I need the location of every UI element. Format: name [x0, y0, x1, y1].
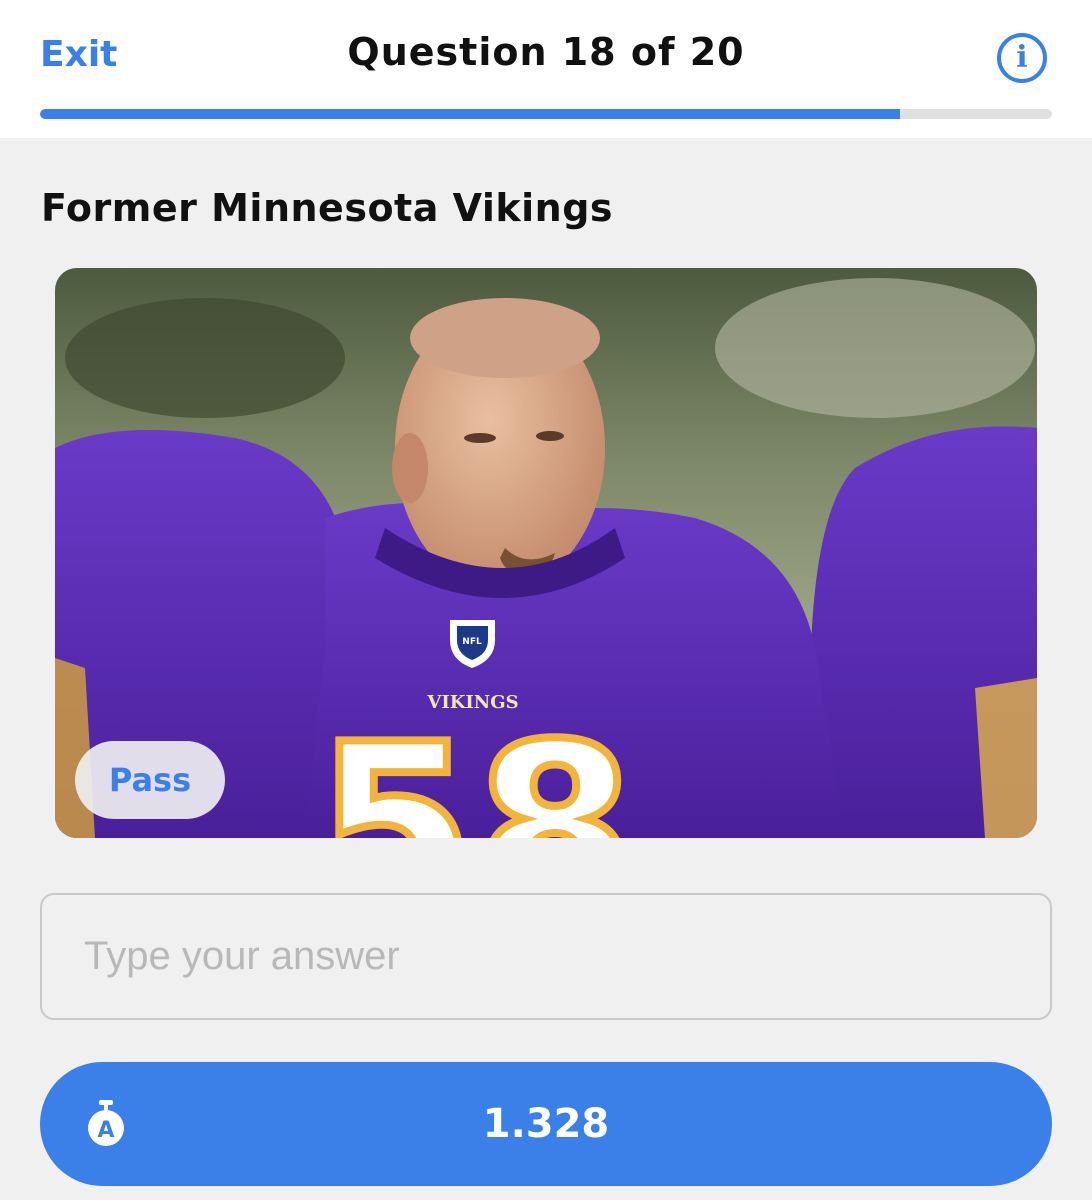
timer-button[interactable]: A 1.328 [40, 1062, 1052, 1186]
header-bar: Exit Question 18 of 20 i [0, 0, 1092, 138]
pass-button[interactable]: Pass [75, 741, 225, 819]
svg-text:NFL: NFL [462, 637, 482, 647]
timer-value: 1.328 [482, 1101, 610, 1147]
answer-input[interactable] [42, 895, 1050, 1018]
progress-bar [40, 109, 1052, 119]
info-icon[interactable]: i [997, 33, 1047, 83]
progress-fill [40, 109, 901, 119]
jersey-number: 58 [315, 696, 635, 838]
answer-field-wrapper [40, 893, 1052, 1020]
question-counter: Question 18 of 20 [347, 30, 745, 74]
question-category: Former Minnesota Vikings [41, 186, 614, 230]
